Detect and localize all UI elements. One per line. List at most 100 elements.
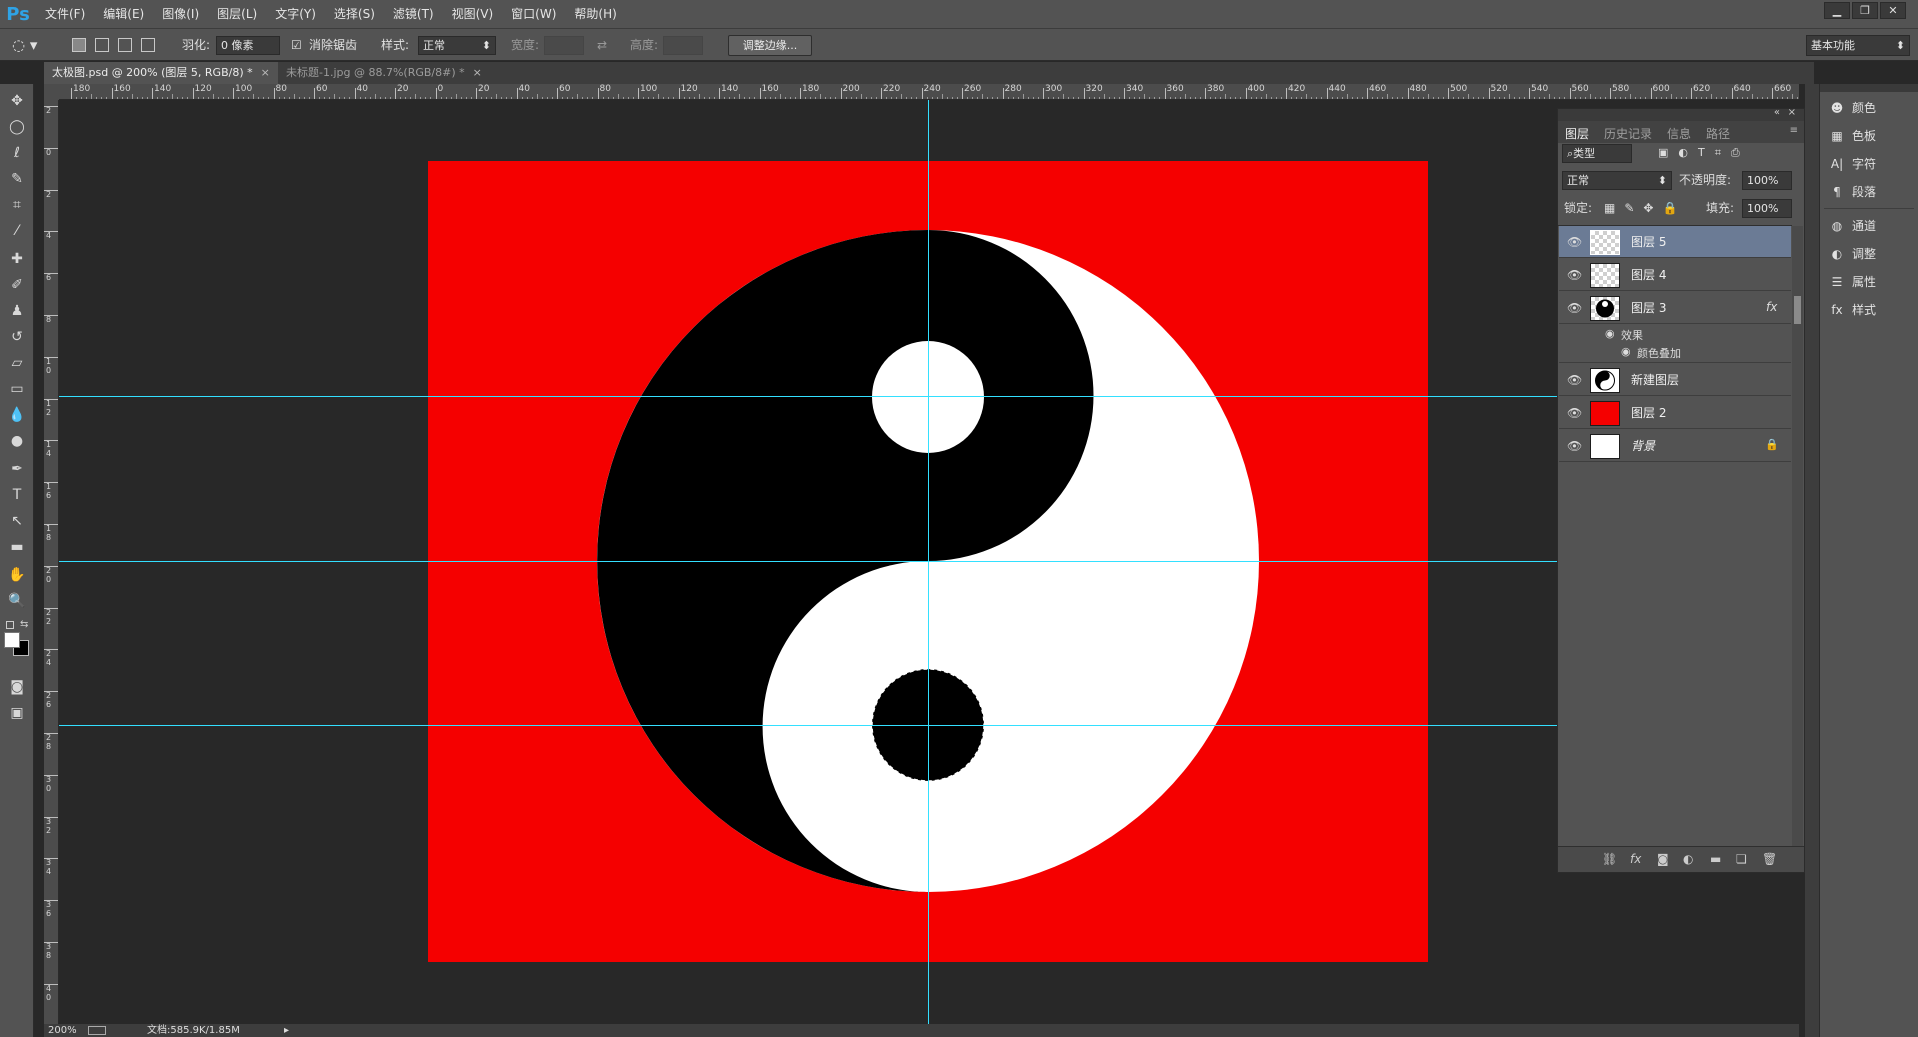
menu-select[interactable]: 选择(S) xyxy=(325,0,384,28)
layer-row[interactable]: 👁 图层 4 xyxy=(1559,259,1791,291)
fill-input[interactable]: 100% xyxy=(1742,199,1792,218)
refine-edge-button[interactable]: 调整边缘... xyxy=(728,35,812,56)
brush-tool-icon[interactable]: ✐ xyxy=(5,274,29,296)
menu-view[interactable]: 视图(V) xyxy=(443,0,503,28)
crop-tool-icon[interactable]: ⌗ xyxy=(5,194,29,216)
path-select-tool-icon[interactable]: ↖ xyxy=(5,510,29,532)
menu-type[interactable]: 文字(Y) xyxy=(266,0,325,28)
quick-mask-icon[interactable]: ◙ xyxy=(5,676,29,698)
layer-row[interactable]: 👁 背景 🔒 xyxy=(1559,430,1791,462)
subtract-selection-icon[interactable] xyxy=(118,38,132,52)
lasso-tool-icon[interactable]: ℓ xyxy=(5,142,29,164)
dock-color[interactable]: ☻ 颜色 xyxy=(1828,96,1876,120)
tab-info[interactable]: 信息 xyxy=(1667,125,1691,142)
layer-row[interactable]: 👁 图层 3 fx xyxy=(1559,292,1791,324)
zoom-tool-icon[interactable]: 🔍 xyxy=(5,590,29,612)
eyedropper-tool-icon[interactable]: ⁄ xyxy=(5,220,29,242)
visibility-eye-icon[interactable]: ◉ xyxy=(1621,345,1631,358)
zoom-level[interactable]: 200% xyxy=(48,1024,77,1037)
blend-mode-select[interactable]: 正常 ⬍ xyxy=(1562,171,1672,190)
layer-name[interactable]: 图层 3 xyxy=(1631,292,1666,324)
type-tool-icon[interactable]: T xyxy=(5,484,29,506)
layer-name[interactable]: 背景 xyxy=(1631,430,1655,462)
guide-horizontal[interactable] xyxy=(59,396,1559,397)
add-selection-icon[interactable] xyxy=(95,38,109,52)
dock-character[interactable]: A| 字符 xyxy=(1828,152,1876,176)
preview-icon[interactable] xyxy=(88,1026,106,1035)
workspace-select[interactable]: 基本功能 ⬍ xyxy=(1806,35,1910,56)
lock-icons[interactable]: ▦✎✥🔒 xyxy=(1604,199,1686,218)
panel-menu-icon[interactable]: ≡ xyxy=(1790,125,1798,136)
history-brush-tool-icon[interactable]: ↺ xyxy=(5,326,29,348)
close-icon[interactable]: × xyxy=(473,66,482,79)
tab-history[interactable]: 历史记录 xyxy=(1604,125,1652,142)
antialias-checkbox[interactable]: ☑ xyxy=(291,29,302,61)
opacity-input[interactable]: 100% xyxy=(1742,171,1792,190)
healing-brush-tool-icon[interactable]: ✚ xyxy=(5,248,29,270)
new-selection-icon[interactable] xyxy=(72,38,86,52)
ellipse-marquee-icon[interactable]: ◌ ▾ xyxy=(12,29,37,61)
dock-channels[interactable]: ◍ 通道 xyxy=(1828,214,1876,238)
guide-horizontal[interactable] xyxy=(59,561,1559,562)
visibility-eye-icon[interactable]: ◉ xyxy=(1605,327,1615,340)
dock-swatches[interactable]: ▦ 色板 xyxy=(1828,124,1876,148)
link-layers-icon[interactable]: ⛓ xyxy=(1602,852,1617,866)
menu-help[interactable]: 帮助(H) xyxy=(565,0,625,28)
screen-mode-icon[interactable]: ▣ xyxy=(5,702,29,724)
layer-filter-select[interactable]: ⌕类型 xyxy=(1562,144,1632,163)
feather-input[interactable]: 0 像素 xyxy=(216,36,280,55)
quick-select-tool-icon[interactable]: ✎ xyxy=(5,168,29,190)
layer-name[interactable]: 图层 4 xyxy=(1631,259,1666,291)
ellipse-marquee-tool-icon[interactable]: ◯ xyxy=(5,116,29,138)
dock-adjustments[interactable]: ◐ 调整 xyxy=(1828,242,1876,266)
canvas-area[interactable] xyxy=(59,100,1799,1024)
adjustment-layer-icon[interactable]: ◐ xyxy=(1683,852,1693,866)
intersect-selection-icon[interactable] xyxy=(141,38,155,52)
move-tool-icon[interactable]: ✥ xyxy=(5,90,29,112)
foreground-color-swatch[interactable] xyxy=(4,632,20,648)
fx-badge[interactable]: fx xyxy=(1766,300,1777,314)
close-icon[interactable]: × xyxy=(261,66,270,79)
visibility-eye-icon[interactable]: 👁 xyxy=(1567,373,1582,387)
visibility-eye-icon[interactable]: 👁 xyxy=(1567,235,1582,249)
layer-row[interactable]: 👁 图层 5 xyxy=(1559,226,1791,258)
add-style-icon[interactable]: fx xyxy=(1630,852,1641,866)
effect-name[interactable]: 颜色叠加 xyxy=(1637,345,1681,361)
clone-stamp-tool-icon[interactable]: ♟ xyxy=(5,300,29,322)
style-select[interactable]: 正常 ⬍ xyxy=(418,36,496,55)
delete-layer-icon[interactable]: 🗑 xyxy=(1762,852,1777,866)
menu-edit[interactable]: 编辑(E) xyxy=(94,0,153,28)
dock-styles[interactable]: fx 样式 xyxy=(1828,298,1876,322)
rectangle-tool-icon[interactable]: ▬ xyxy=(5,536,29,558)
default-colors-icon[interactable] xyxy=(6,621,14,629)
menu-image[interactable]: 图像(I) xyxy=(153,0,208,28)
hand-tool-icon[interactable]: ✋ xyxy=(5,564,29,586)
blur-tool-icon[interactable]: 💧 xyxy=(5,404,29,426)
scrollbar-thumb[interactable] xyxy=(1794,296,1801,324)
dock-paragraph[interactable]: ¶ 段落 xyxy=(1828,180,1876,204)
eraser-tool-icon[interactable]: ▱ xyxy=(5,352,29,374)
restore-button[interactable]: ❐ xyxy=(1852,2,1878,19)
minimize-button[interactable]: ▁ xyxy=(1824,2,1850,19)
close-icon[interactable]: × xyxy=(1788,107,1796,118)
menu-layer[interactable]: 图层(L) xyxy=(208,0,266,28)
swap-colors-icon[interactable]: ⇆ xyxy=(20,619,28,630)
pen-tool-icon[interactable]: ✒ xyxy=(5,458,29,480)
layer-name[interactable]: 新建图层 xyxy=(1631,364,1679,396)
filter-type-icons[interactable]: ▣◐T⌗⎙ xyxy=(1658,146,1750,160)
tab-paths[interactable]: 路径 xyxy=(1706,125,1730,142)
visibility-eye-icon[interactable]: 👁 xyxy=(1567,268,1582,282)
menu-filter[interactable]: 滤镜(T) xyxy=(384,0,443,28)
layer-row[interactable]: 👁 图层 2 xyxy=(1559,397,1791,429)
layer-name[interactable]: 图层 5 xyxy=(1631,226,1666,258)
close-window-button[interactable]: ✕ xyxy=(1880,2,1906,19)
gradient-tool-icon[interactable]: ▭ xyxy=(5,378,29,400)
dodge-tool-icon[interactable]: ● xyxy=(5,430,29,452)
menu-file[interactable]: 文件(F) xyxy=(36,0,94,28)
visibility-eye-icon[interactable]: 👁 xyxy=(1567,301,1582,315)
tab-layers[interactable]: 图层 xyxy=(1565,125,1589,142)
collapse-icon[interactable]: « xyxy=(1774,107,1780,118)
menu-window[interactable]: 窗口(W) xyxy=(502,0,565,28)
dock-properties[interactable]: ☰ 属性 xyxy=(1828,270,1876,294)
visibility-eye-icon[interactable]: 👁 xyxy=(1567,439,1582,453)
